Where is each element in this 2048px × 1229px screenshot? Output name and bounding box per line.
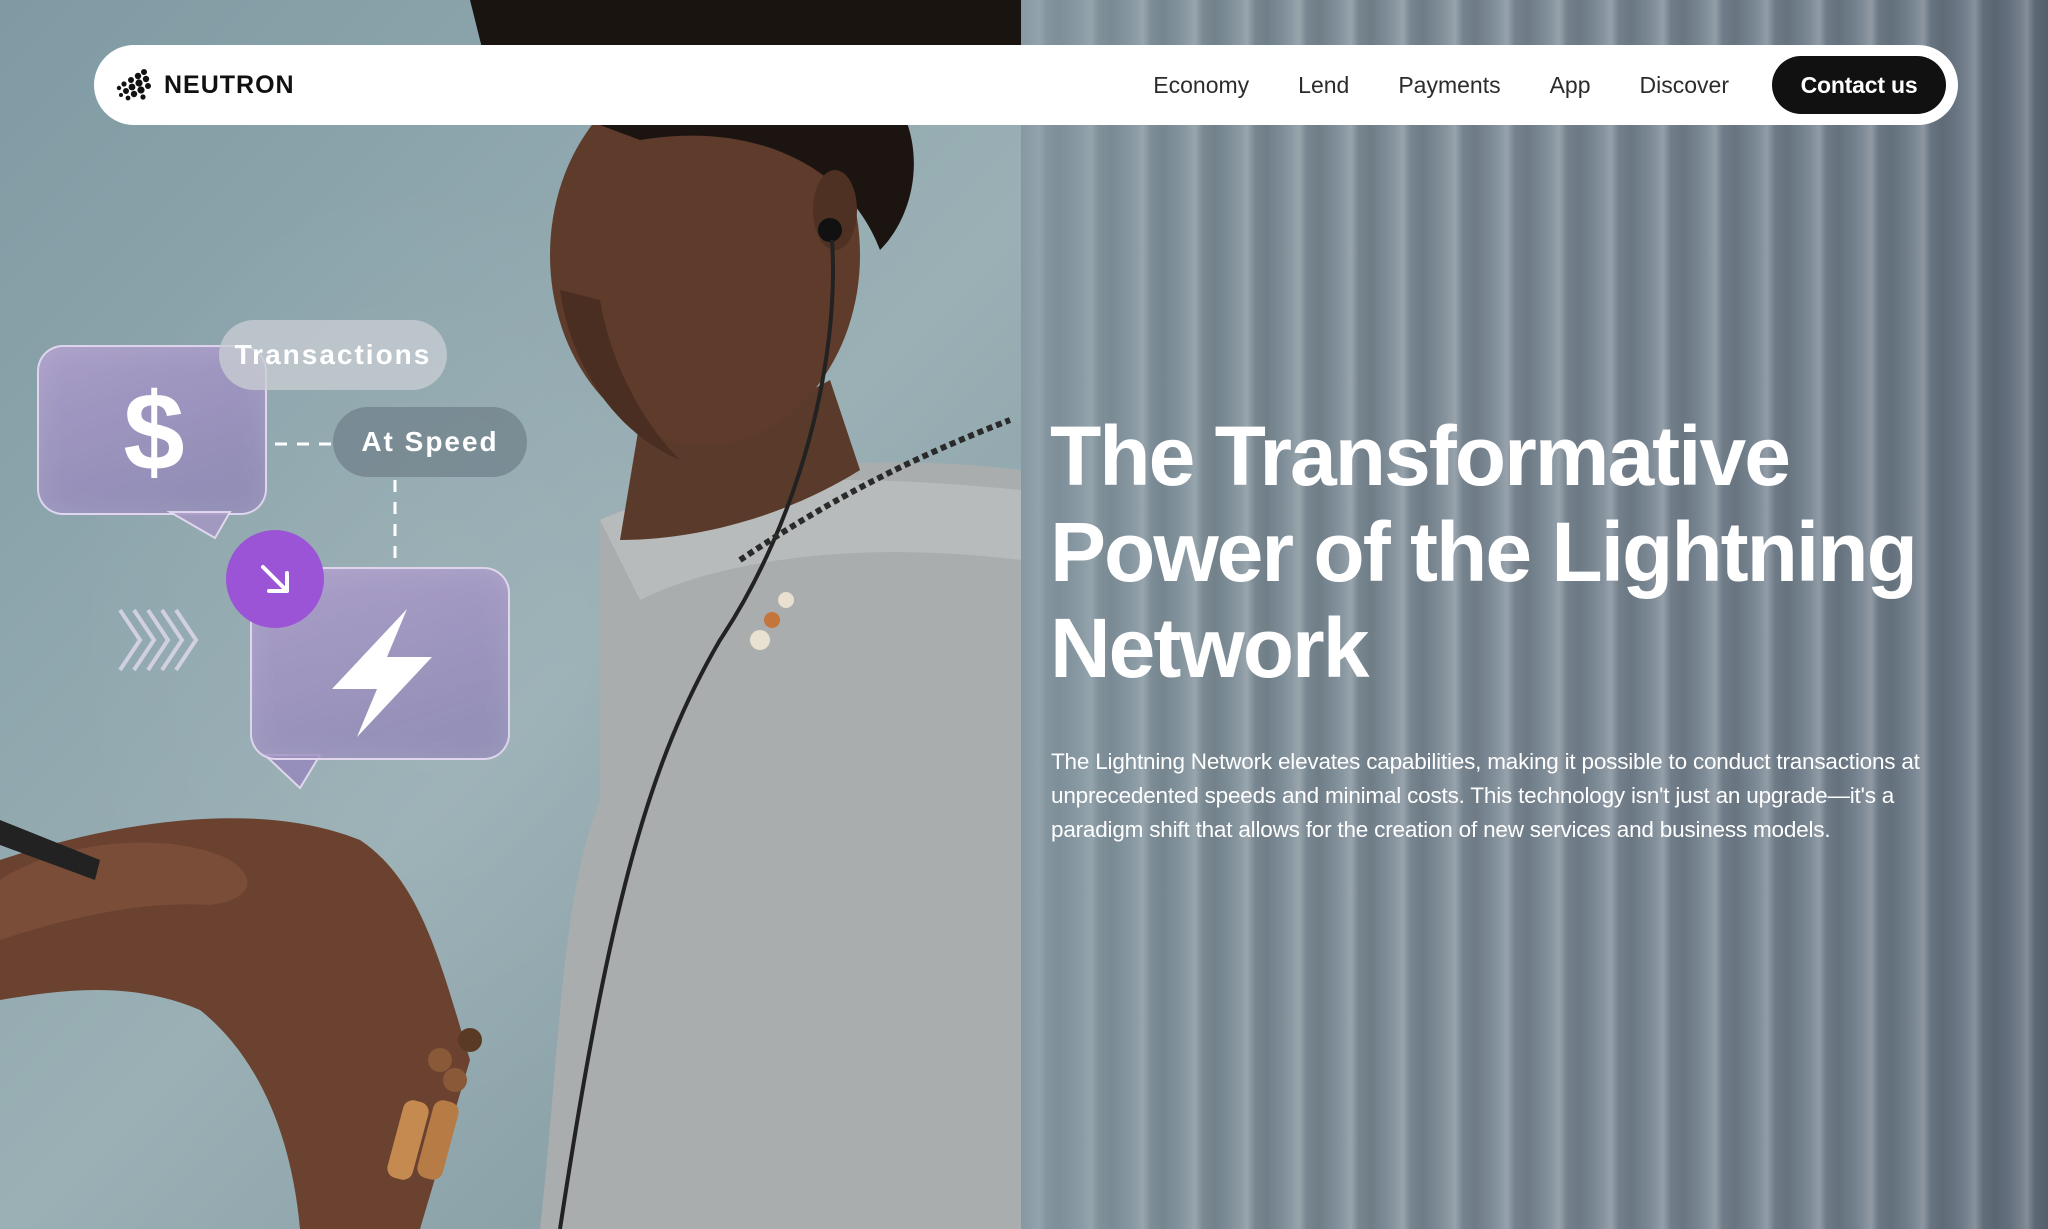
hero-description: The Lightning Network elevates capabilit… (1051, 749, 1920, 842)
nav-link-lend[interactable]: Lend (1298, 72, 1349, 99)
nav-link-discover[interactable]: Discover (1640, 72, 1729, 99)
nav-link-app[interactable]: App (1550, 72, 1591, 99)
brand-logo[interactable]: NEUTRON (114, 67, 295, 103)
at-speed-pill: At Speed (333, 407, 527, 477)
nav-link-payments[interactable]: Payments (1398, 72, 1500, 99)
arrow-down-right-icon (261, 565, 289, 593)
neutron-logo-icon (116, 69, 151, 101)
brand-name: NEUTRON (164, 70, 295, 99)
arrow-badge (226, 530, 324, 628)
transactions-pill: Transactions (219, 320, 447, 390)
contact-us-button[interactable]: Contact us (1772, 56, 1946, 114)
nav-links: Economy Lend Payments App Discover (1153, 45, 1729, 125)
hero-title: The Transformative Power of the Lightnin… (1050, 409, 1918, 695)
page: $ Transactions At Speed NEUTRON Economy … (0, 0, 2048, 1229)
nav-link-economy[interactable]: Economy (1153, 72, 1249, 99)
chevrons-icon (118, 608, 199, 672)
navbar: NEUTRON Economy Lend Payments App Discov… (94, 45, 1958, 125)
